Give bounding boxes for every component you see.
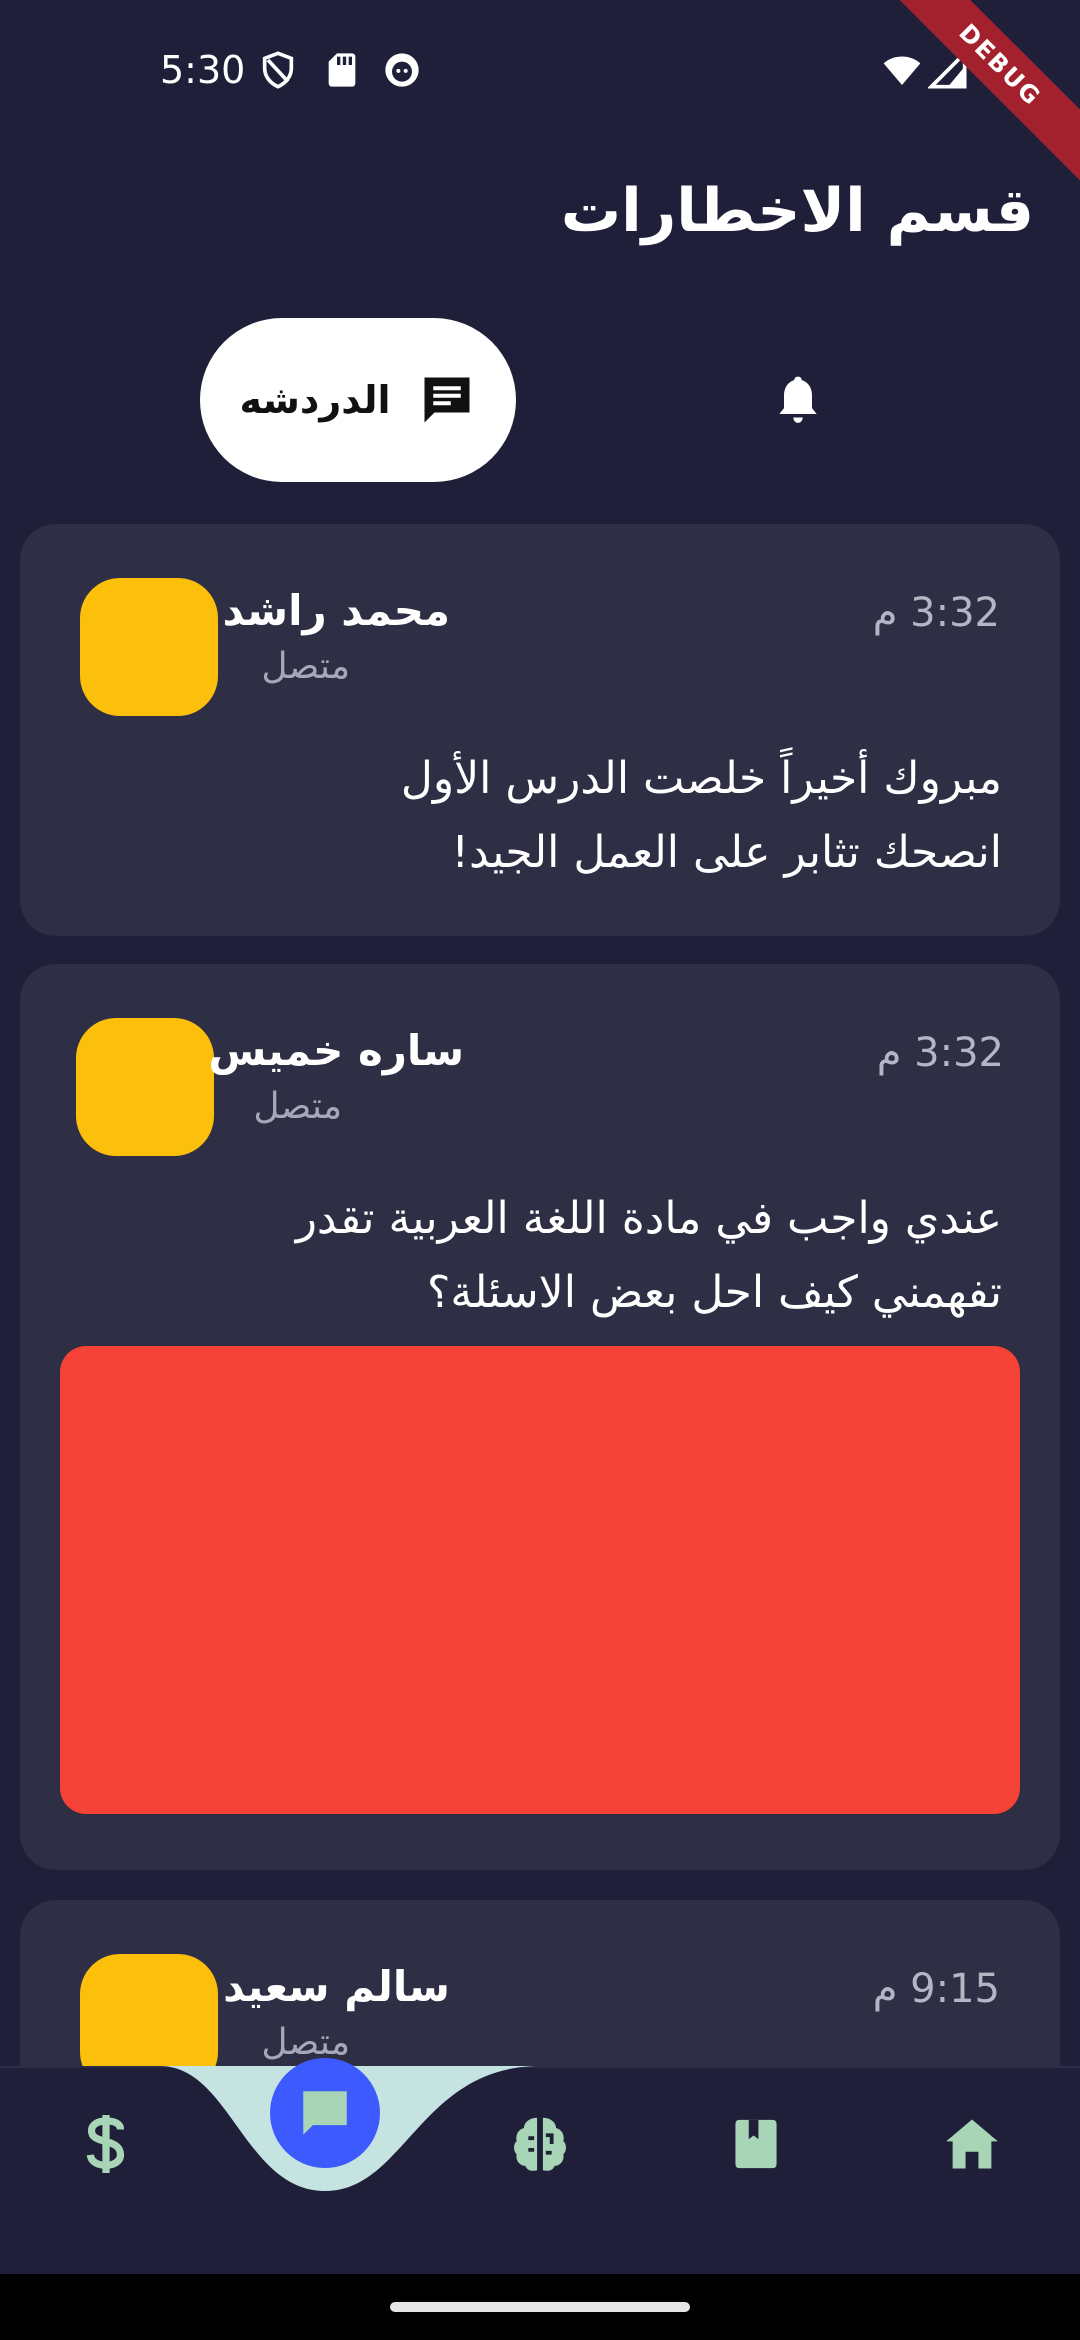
message-attachment[interactable]	[60, 1346, 1020, 1814]
nav-book[interactable]	[716, 2104, 796, 2184]
avatar	[76, 1018, 214, 1156]
notifications-screen: 5:30 DEBUG قسم الاخطارات الدردشه محمد را…	[0, 0, 1080, 2340]
brain-icon	[514, 2117, 566, 2171]
sender-name: سالم سعيد	[223, 1962, 450, 2011]
page-title: قسم الاخطارات	[560, 176, 1034, 246]
nav-chat[interactable]	[270, 2058, 380, 2168]
chat-icon	[424, 377, 470, 423]
wifi-icon	[883, 56, 921, 85]
face-icon	[385, 53, 419, 87]
avatar	[80, 578, 218, 716]
debug-banner: DEBUG	[876, 0, 1080, 189]
presence-status: متصل	[261, 646, 350, 687]
nav-brain[interactable]	[500, 2104, 580, 2184]
message-line: مبروك أخيراً خلصت الدرس الأول	[400, 753, 1002, 804]
message-time: 9:15 م	[872, 1966, 1000, 2012]
message-line: انصحك تثابر على العمل الجيد!	[451, 827, 1002, 878]
nav-dollar[interactable]	[66, 2104, 146, 2184]
dollar-icon	[86, 2115, 125, 2173]
bell-icon[interactable]	[770, 370, 826, 430]
message-time: 3:32 م	[872, 590, 1000, 636]
message-line: عندي واجب في مادة اللغة العربية تقدر	[295, 1193, 1002, 1244]
chat-icon	[303, 2091, 347, 2135]
message-time: 3:32 م	[876, 1030, 1004, 1076]
book-icon	[735, 2119, 777, 2169]
shield-icon	[262, 51, 294, 89]
notification-card[interactable]: محمد راشد متصل 3:32 م مبروك أخيراً خلصت …	[20, 524, 1060, 936]
presence-status: متصل	[253, 1086, 342, 1127]
status-bar: 5:30 DEBUG	[0, 0, 1080, 189]
sender-name: محمد راشد	[222, 586, 450, 635]
tab-chat-label: الدردشه	[239, 378, 391, 422]
notification-card[interactable]: ساره خميس متصل 3:32 م عندي واجب في مادة …	[20, 964, 1060, 1870]
sd-card-icon	[328, 53, 356, 87]
presence-status: متصل	[261, 2022, 350, 2063]
home-indicator[interactable]	[390, 2302, 690, 2312]
message-line: تفهمني كيف احل بعض الاسئلة؟	[427, 1267, 1002, 1318]
tab-chat[interactable]: الدردشه	[200, 318, 516, 482]
home-icon	[946, 2119, 998, 2169]
sender-name: ساره خميس	[208, 1026, 464, 1075]
status-time: 5:30	[160, 48, 246, 92]
nav-home[interactable]	[932, 2104, 1012, 2184]
